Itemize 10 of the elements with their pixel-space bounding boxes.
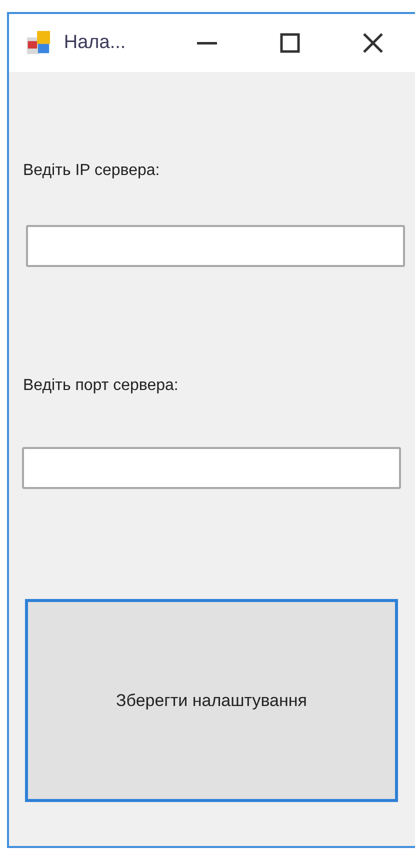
field-label: Ведіть IP сервера: xyxy=(23,162,161,180)
close-icon xyxy=(362,32,384,54)
input-field[interactable] xyxy=(22,447,401,489)
minimize-icon xyxy=(197,42,218,44)
app-icon xyxy=(26,29,52,57)
window-title: Нала... xyxy=(64,32,127,54)
field-label: Ведіть порт сервера: xyxy=(23,377,180,395)
input-field[interactable] xyxy=(26,225,405,267)
maximize-icon xyxy=(280,33,300,53)
save-button[interactable]: Зберегти налаштування xyxy=(25,599,398,802)
